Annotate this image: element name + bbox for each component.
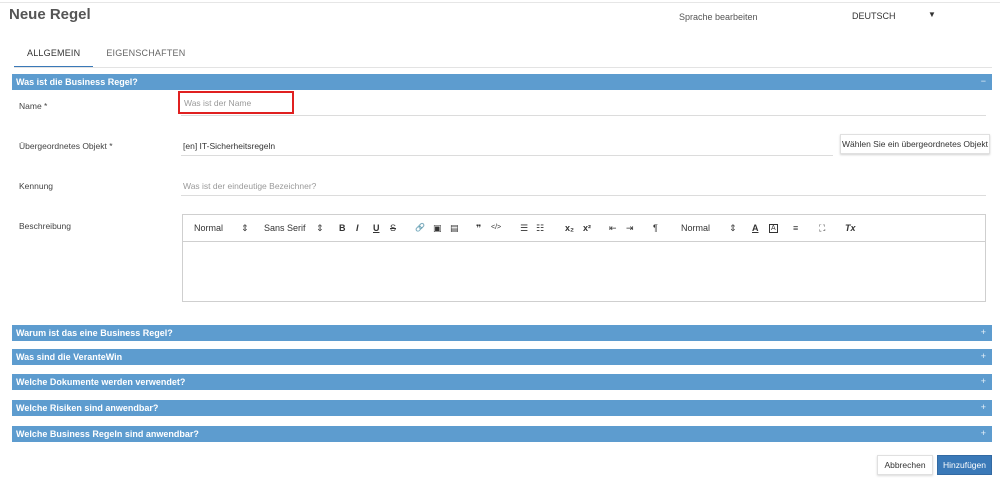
tab-allgemein[interactable]: ALLGEMEIN <box>14 44 94 68</box>
parent-object-underline <box>181 155 833 156</box>
expand-icon[interactable]: + <box>981 402 986 412</box>
underline-button[interactable]: U <box>373 223 380 233</box>
name-placeholder: Was ist der Name <box>184 97 252 108</box>
rich-text-editor: Normal ⇕ Sans Serif ⇕ B I U S 🔗 ▣ ▤ ❞ </… <box>182 214 986 302</box>
section-title: Was ist die Business Regel? <box>16 77 138 87</box>
section-header-business-rules[interactable]: Welche Business Regeln sind anwendbar? + <box>12 426 992 442</box>
section-header-risks[interactable]: Welche Risiken sind anwendbar? + <box>12 400 992 416</box>
header-select-caret-icon: ⇕ <box>241 223 249 233</box>
cancel-button[interactable]: Abbrechen <box>877 455 933 475</box>
tab-eigenschaften[interactable]: EIGENSCHAFTEN <box>93 44 198 68</box>
name-underline <box>181 115 986 116</box>
section-header-documents[interactable]: Welche Dokumente werden verwendet? + <box>12 374 992 390</box>
image-icon[interactable]: ▣ <box>433 223 442 234</box>
section-header-why[interactable]: Warum ist das eine Business Regel? + <box>12 325 992 341</box>
header-select[interactable]: Normal <box>194 223 223 233</box>
section-header-responsible[interactable]: Was sind die VeranteWin + <box>12 349 992 365</box>
expand-icon[interactable]: + <box>981 428 986 438</box>
fullscreen-icon[interactable]: ⛶ <box>819 223 825 234</box>
superscript-button[interactable]: x² <box>583 223 591 233</box>
section-title: Warum ist das eine Business Regel? <box>16 328 173 338</box>
select-parent-object-button[interactable]: Wählen Sie ein übergeordnetes Objekt <box>840 134 990 154</box>
identifier-label: Kennung <box>19 181 54 191</box>
name-label: Name * <box>19 101 48 111</box>
ordered-list-icon[interactable]: ☰ <box>520 223 528 234</box>
collapse-icon[interactable]: − <box>981 76 986 86</box>
align-icon[interactable]: ≡ <box>793 223 798 233</box>
language-select-value: DEUTSCH <box>852 11 896 21</box>
background-color-icon[interactable]: A <box>769 224 778 233</box>
link-icon[interactable]: 🔗 <box>415 223 425 232</box>
top-strip <box>0 0 1000 3</box>
bold-button[interactable]: B <box>339 223 346 233</box>
text-direction-icon[interactable]: ¶ <box>653 223 658 233</box>
expand-icon[interactable]: + <box>981 376 986 386</box>
tabs-divider <box>14 67 992 68</box>
section-title: Welche Business Regeln sind anwendbar? <box>16 429 199 439</box>
section-header-general[interactable]: Was ist die Business Regel? − <box>12 74 992 90</box>
indent-icon[interactable]: ⇥ <box>626 223 634 234</box>
add-button[interactable]: Hinzufügen <box>937 455 992 475</box>
video-icon[interactable]: ▤ <box>450 223 459 234</box>
parent-object-value[interactable]: [en] IT-Sicherheitsregeln <box>183 141 275 151</box>
language-select[interactable]: DEUTSCH ▼ <box>852 7 942 25</box>
section-title: Welche Dokumente werden verwendet? <box>16 377 186 387</box>
section-title: Welche Risiken sind anwendbar? <box>16 403 159 413</box>
page-title: Neue Regel <box>9 6 91 23</box>
expand-icon[interactable]: + <box>981 351 986 361</box>
editor-toolbar: Normal ⇕ Sans Serif ⇕ B I U S 🔗 ▣ ▤ ❞ </… <box>183 215 985 242</box>
identifier-underline <box>181 195 986 196</box>
text-color-icon[interactable]: A <box>752 223 759 233</box>
code-block-icon[interactable]: </> <box>491 224 501 231</box>
description-label: Beschreibung <box>19 221 71 231</box>
font-select[interactable]: Sans Serif <box>264 223 306 233</box>
strike-button[interactable]: S <box>390 223 396 233</box>
size-select[interactable]: Normal <box>681 223 710 233</box>
subscript-button[interactable]: x₂ <box>565 223 574 233</box>
chevron-down-icon: ▼ <box>928 10 936 19</box>
bullet-list-icon[interactable]: ☷ <box>536 223 544 234</box>
outdent-icon[interactable]: ⇤ <box>609 223 617 234</box>
name-input[interactable]: Was ist der Name <box>178 91 294 114</box>
identifier-input[interactable]: Was ist der eindeutige Bezeichner? <box>183 181 316 191</box>
font-select-caret-icon: ⇕ <box>316 223 324 233</box>
size-select-caret-icon: ⇕ <box>729 223 737 233</box>
section-title: Was sind die VeranteWin <box>16 352 123 362</box>
language-label: Sprache bearbeiten <box>679 12 758 22</box>
expand-icon[interactable]: + <box>981 327 986 337</box>
tab-bar: ALLGEMEIN EIGENSCHAFTEN <box>14 44 198 68</box>
editor-text-area[interactable] <box>183 242 985 301</box>
parent-object-label: Übergeordnetes Objekt * <box>19 141 113 151</box>
italic-button[interactable]: I <box>356 223 359 233</box>
blockquote-icon[interactable]: ❞ <box>476 223 481 234</box>
clear-format-icon[interactable]: Tx <box>845 223 856 233</box>
